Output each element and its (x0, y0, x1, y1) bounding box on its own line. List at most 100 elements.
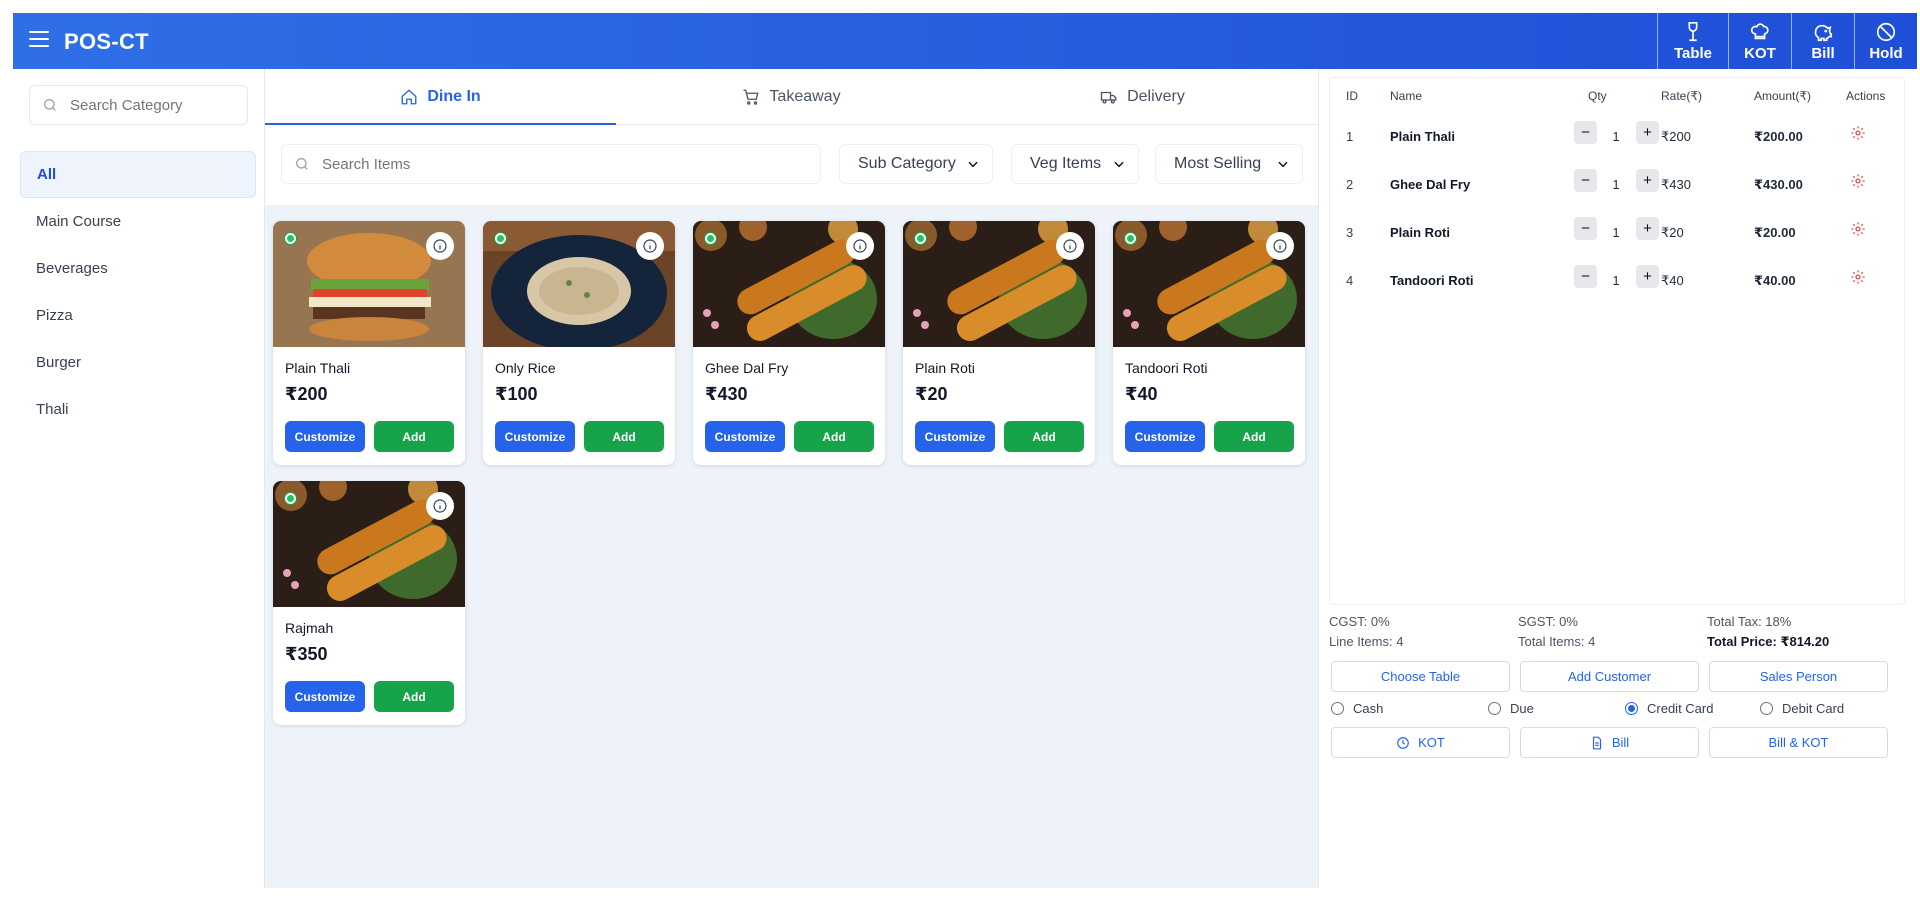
radio-debit-card[interactable] (1760, 702, 1773, 715)
brand-title: POS-CT (64, 29, 149, 54)
chevron-down-icon (1278, 161, 1288, 168)
item-name: Plain Roti (915, 360, 975, 376)
settings-gear-icon[interactable] (1850, 125, 1868, 143)
line-items-text: Line Items: 4 (1329, 634, 1404, 649)
qty-increase-button[interactable]: + (1636, 265, 1659, 288)
category-pizza[interactable]: Pizza (20, 292, 256, 339)
category-beverages[interactable]: Beverages (20, 245, 256, 292)
sub-category-value: Sub Category (858, 155, 956, 172)
qty-increase-button[interactable]: + (1636, 217, 1659, 240)
order-row-qty: 1 (1612, 129, 1620, 144)
hold-button-label: Hold (1869, 44, 1903, 62)
item-card[interactable]: Plain Roti ₹20 Customize Add (903, 221, 1095, 465)
category-search (29, 85, 248, 125)
table-button[interactable]: Table (1657, 13, 1728, 69)
add-button[interactable]: Add (1214, 421, 1294, 452)
order-row-id: 4 (1346, 273, 1354, 288)
qty-decrease-button[interactable]: − (1574, 265, 1597, 288)
item-name: Ghee Dal Fry (705, 360, 789, 376)
bill-and-kot-button[interactable]: Bill & KOT (1709, 727, 1888, 758)
add-customer-button[interactable]: Add Customer (1520, 661, 1699, 692)
info-icon[interactable] (846, 232, 874, 260)
qty-decrease-button[interactable]: − (1574, 217, 1597, 240)
order-row-rate: ₹20 (1661, 225, 1684, 240)
truck-icon (1100, 91, 1117, 104)
add-button[interactable]: Add (374, 681, 454, 712)
settings-gear-icon[interactable] (1850, 173, 1868, 191)
chevron-down-icon (968, 161, 978, 168)
veg-filter-value: Veg Items (1030, 155, 1102, 172)
customize-button[interactable]: Customize (285, 421, 365, 452)
sub-category-select[interactable]: Sub Category (839, 144, 993, 184)
item-card[interactable]: Ghee Dal Fry ₹430 Customize Add (693, 221, 885, 465)
info-icon[interactable] (1056, 232, 1084, 260)
order-row-id: 3 (1346, 225, 1354, 240)
col-id: ID (1346, 89, 1358, 103)
total-items-text: Total Items: 4 (1518, 634, 1596, 649)
category-thali[interactable]: Thali (20, 386, 256, 433)
settings-gear-icon[interactable] (1850, 269, 1868, 287)
veg-filter-select[interactable]: Veg Items (1011, 144, 1139, 184)
order-row-rate: ₹40 (1661, 273, 1684, 288)
customize-button[interactable]: Customize (915, 421, 995, 452)
order-row-name: Ghee Dal Fry (1390, 177, 1471, 192)
hold-button[interactable]: Hold (1854, 13, 1917, 69)
payment-debit-card[interactable]: Debit Card (1760, 701, 1844, 716)
radio-cash[interactable] (1331, 702, 1344, 715)
info-icon[interactable] (1266, 232, 1294, 260)
qty-decrease-button[interactable]: − (1574, 169, 1597, 192)
order-row-qty: 1 (1612, 225, 1620, 240)
payment-debit-card-label: Debit Card (1782, 701, 1845, 716)
bill-header-button[interactable]: Bill (1791, 13, 1854, 69)
customize-button[interactable]: Customize (285, 681, 365, 712)
customize-button[interactable]: Customize (495, 421, 575, 452)
payment-credit-card[interactable]: Credit Card (1625, 701, 1713, 716)
qty-increase-button[interactable]: + (1636, 121, 1659, 144)
qty-increase-button[interactable]: + (1636, 169, 1659, 192)
category-search-input[interactable] (70, 96, 240, 114)
radio-credit-card[interactable] (1625, 702, 1638, 715)
add-button[interactable]: Add (584, 421, 664, 452)
item-price: ₹430 (705, 384, 748, 404)
customize-button[interactable]: Customize (1125, 421, 1205, 452)
add-button[interactable]: Add (374, 421, 454, 452)
sort-value: Most Selling (1174, 155, 1262, 172)
order-row: 4 Tandoori Roti −1 + ₹40 ₹40.00 (1330, 256, 1906, 304)
qty-decrease-button[interactable]: − (1574, 121, 1597, 144)
customize-button[interactable]: Customize (705, 421, 785, 452)
info-icon[interactable] (636, 232, 664, 260)
item-card[interactable]: Tandoori Roti ₹40 Customize Add (1113, 221, 1305, 465)
category-main-course[interactable]: Main Course (20, 198, 256, 245)
bill-submit-button[interactable]: Bill (1520, 727, 1699, 758)
payment-cash[interactable]: Cash (1331, 701, 1383, 716)
item-card[interactable]: Rajmah ₹350 Customize Add (273, 481, 465, 725)
item-card[interactable]: Only Rice ₹100 Customize Add (483, 221, 675, 465)
item-search (281, 144, 821, 184)
tab-dine-in[interactable]: Dine In (265, 69, 616, 125)
category-all[interactable]: All (20, 151, 256, 198)
kot-header-button[interactable]: KOT (1728, 13, 1791, 69)
add-button[interactable]: Add (1004, 421, 1084, 452)
col-actions: Actions (1846, 89, 1886, 103)
sort-select[interactable]: Most Selling (1155, 144, 1303, 184)
info-icon[interactable] (426, 232, 454, 260)
radio-due[interactable] (1488, 702, 1501, 715)
payment-due[interactable]: Due (1488, 701, 1534, 716)
choose-table-button[interactable]: Choose Table (1331, 661, 1510, 692)
col-amount: Amount(₹) (1754, 89, 1811, 103)
tab-delivery[interactable]: Delivery (967, 69, 1318, 124)
item-name: Rajmah (285, 620, 334, 636)
tab-takeaway[interactable]: Takeaway (616, 69, 967, 124)
order-row-qty: 1 (1612, 177, 1620, 192)
settings-gear-icon[interactable] (1850, 221, 1868, 239)
sales-person-button[interactable]: Sales Person (1709, 661, 1888, 692)
hamburger-menu-icon[interactable] (29, 31, 49, 49)
payment-cash-label: Cash (1353, 701, 1384, 716)
veg-indicator (915, 233, 926, 244)
item-card[interactable]: Plain Thali ₹200 Customize Add (273, 221, 465, 465)
kot-submit-button[interactable]: KOT (1331, 727, 1510, 758)
item-search-input[interactable] (322, 155, 802, 173)
category-burger[interactable]: Burger (20, 339, 256, 386)
info-icon[interactable] (426, 492, 454, 520)
add-button[interactable]: Add (794, 421, 874, 452)
